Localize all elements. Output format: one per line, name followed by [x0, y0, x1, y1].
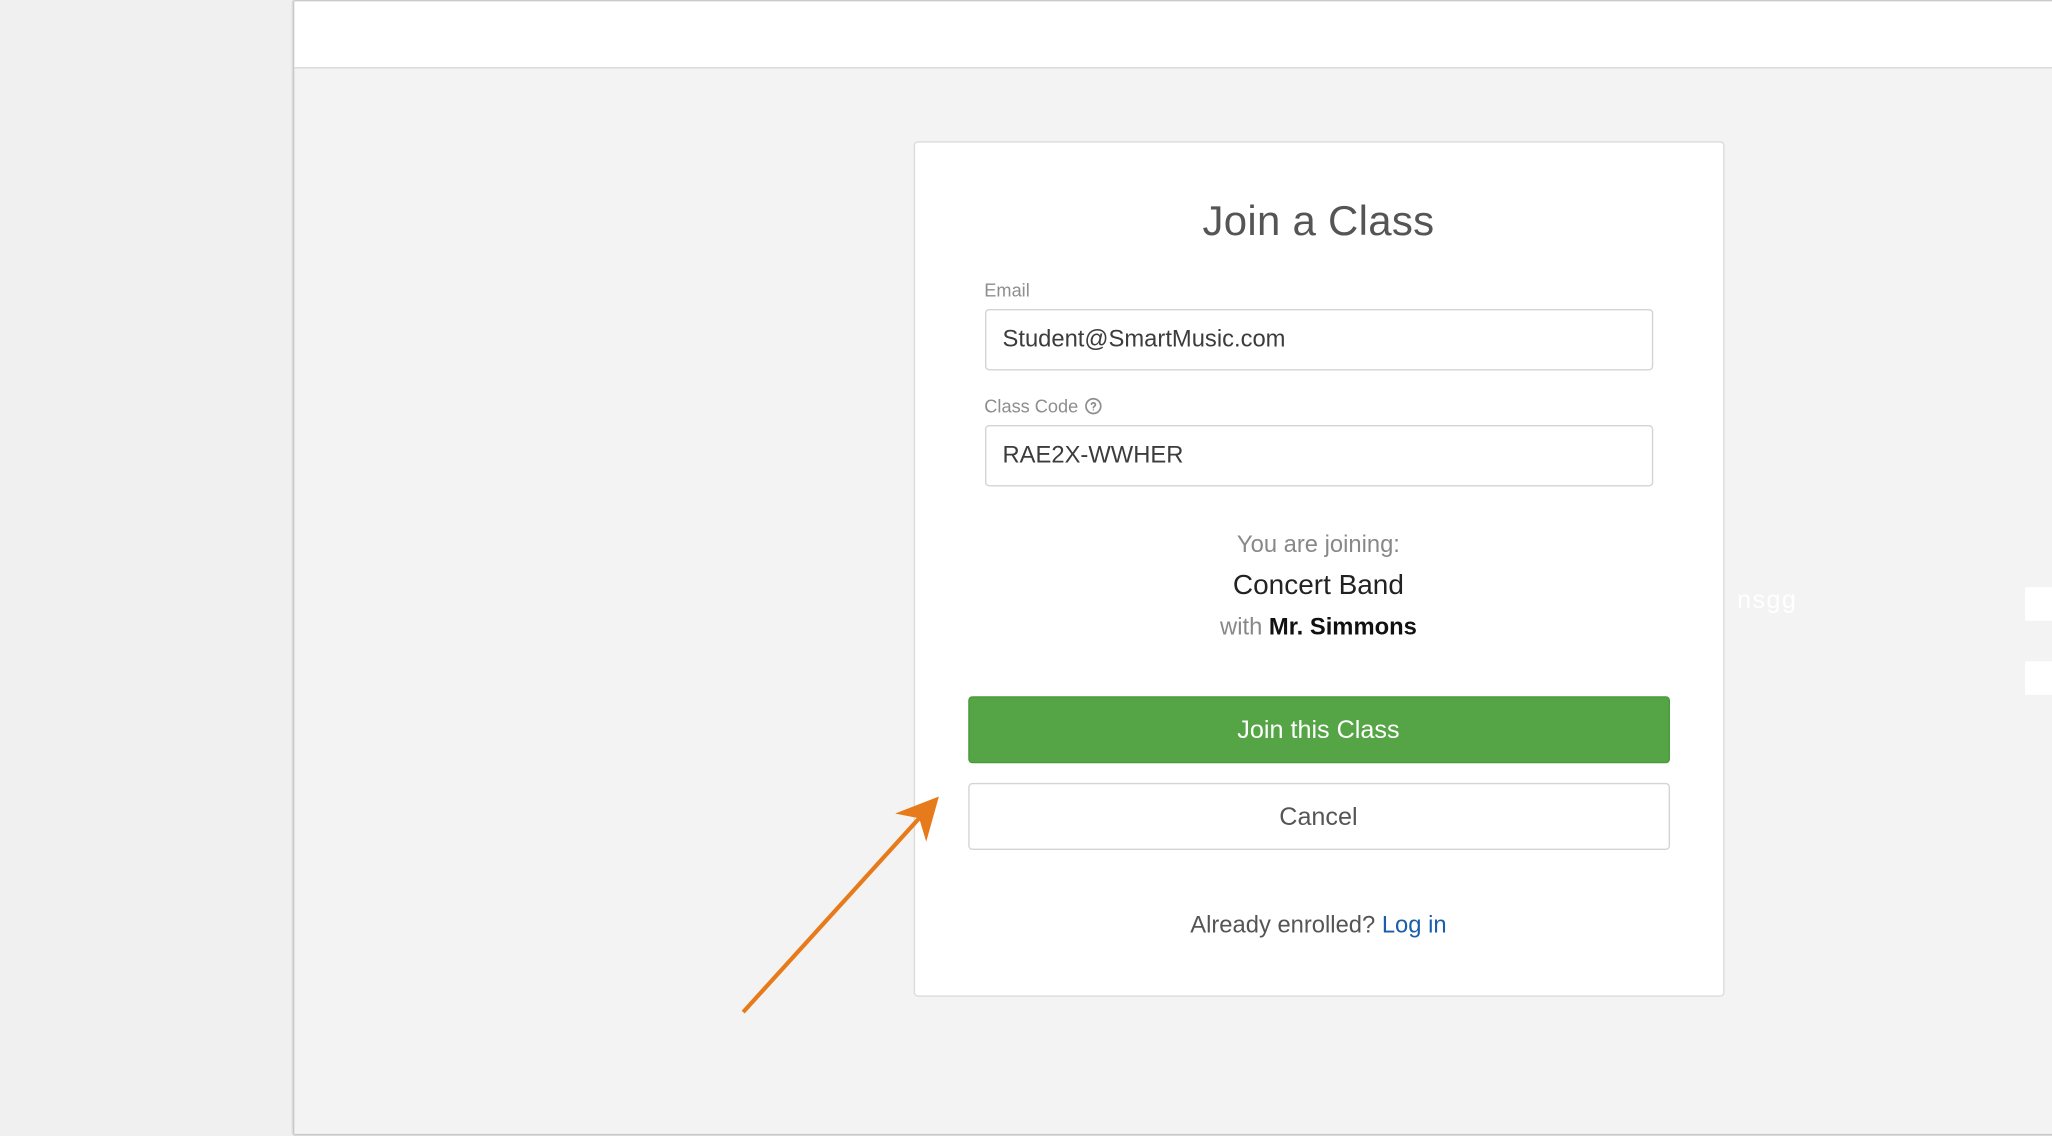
topbar [294, 1, 2052, 68]
classcode-field[interactable] [984, 425, 1652, 487]
classcode-group: Class Code [967, 396, 1669, 487]
footer-text: Already enrolled? [1190, 912, 1382, 939]
classcode-label: Class Code [984, 396, 1652, 417]
join-class-button[interactable]: Join this Class [967, 697, 1669, 764]
bg-block [2025, 661, 2052, 695]
content-area: nsgg Join a Class Email Class Code You a… [294, 69, 2052, 1134]
login-link[interactable]: Log in [1381, 912, 1446, 939]
joining-teacher-line: with Mr. Simmons [967, 608, 1669, 646]
classcode-label-text: Class Code [984, 396, 1078, 417]
email-field[interactable] [984, 309, 1652, 371]
cancel-button[interactable]: Cancel [967, 783, 1669, 850]
footer-line: Already enrolled? Log in [967, 912, 1669, 940]
question-circle-icon[interactable] [1083, 397, 1101, 415]
email-group: Email [967, 280, 1669, 371]
joining-with: with [1220, 614, 1262, 641]
joining-summary: You are joining: Concert Band with Mr. S… [967, 526, 1669, 647]
bg-block [2025, 587, 2052, 621]
joining-class-name: Concert Band [967, 564, 1669, 609]
email-label: Email [984, 280, 1652, 301]
joining-teacher-name: Mr. Simmons [1268, 614, 1416, 641]
bg-text-fragment: nsgg [1737, 586, 1797, 615]
join-class-card: Join a Class Email Class Code You are jo… [913, 141, 1724, 997]
joining-intro: You are joining: [967, 526, 1669, 564]
card-title: Join a Class [967, 199, 1669, 247]
